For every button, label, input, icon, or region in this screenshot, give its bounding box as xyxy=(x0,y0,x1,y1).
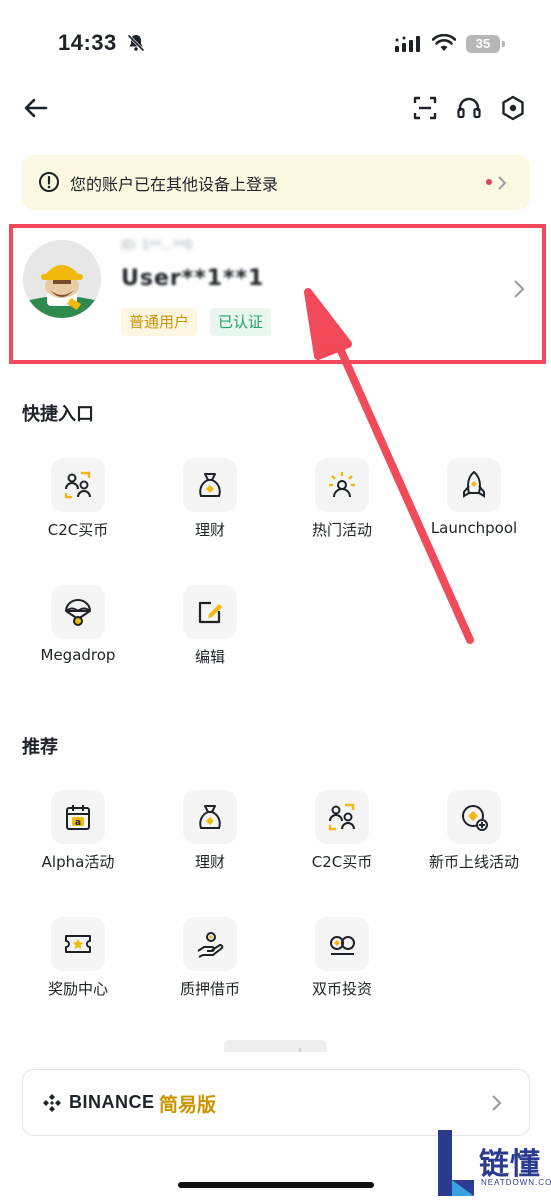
binance-logo-icon xyxy=(43,1094,61,1112)
watermark-subtitle: NEATDOWN.COM xyxy=(481,1178,551,1187)
tile-label: C2C买币 xyxy=(47,521,109,539)
username-masked: User**1**1 xyxy=(121,266,265,291)
neatdown-logo-icon xyxy=(438,1130,474,1196)
chevron-right-icon xyxy=(514,280,525,298)
tile-label: Alpha活动 xyxy=(41,853,115,871)
unread-dot xyxy=(486,179,492,185)
chevron-right-icon xyxy=(498,176,507,190)
ticket-icon xyxy=(51,917,105,971)
handle-dot xyxy=(299,1048,301,1052)
quick-entry-megadrop[interactable]: Megadrop xyxy=(12,585,144,685)
status-time: 14:33 xyxy=(58,30,117,55)
recommend-c2c[interactable]: C2C买币 xyxy=(276,790,408,890)
parachute-icon xyxy=(51,585,105,639)
scan-icon[interactable] xyxy=(411,94,439,122)
tile-label: C2C买币 xyxy=(311,853,373,871)
chevron-right-icon xyxy=(492,1095,502,1111)
tile-label: 质押借币 xyxy=(179,980,240,998)
quick-entry-edit[interactable]: 编辑 xyxy=(144,585,276,685)
profile-card[interactable]: ID: 1**...**0 User**1**1 普通用户 已认证 xyxy=(9,224,546,364)
battery-level: 35 xyxy=(466,35,500,53)
recommend-dual-investment[interactable]: 双币投资 xyxy=(276,917,408,1017)
headset-support-icon[interactable] xyxy=(455,94,483,122)
binance-brand: BINANCE xyxy=(69,1092,155,1112)
tile-label: Megadrop xyxy=(40,646,116,664)
hot-event-icon xyxy=(315,458,369,512)
recommend-title: 推荐 xyxy=(22,737,58,758)
c2c-users-icon xyxy=(51,458,105,512)
rocket-icon xyxy=(447,458,501,512)
loan-hand-icon xyxy=(183,917,237,971)
home-indicator xyxy=(178,1182,374,1188)
recommend-earn[interactable]: 理财 xyxy=(144,790,276,890)
login-notice-banner[interactable]: 您的账户已在其他设备上登录 xyxy=(22,155,530,210)
tile-label: 热门活动 xyxy=(311,521,372,539)
wifi-icon xyxy=(432,34,456,51)
verified-badge[interactable]: 已认证 xyxy=(210,308,272,336)
money-bag-icon xyxy=(183,458,237,512)
bell-muted-icon xyxy=(127,34,145,52)
tile-label: 双币投资 xyxy=(311,980,372,998)
warning-circle-icon xyxy=(39,172,59,192)
alpha-calendar-icon: a xyxy=(51,790,105,844)
tile-label: 理财 xyxy=(194,853,225,871)
battery-tip xyxy=(502,41,505,47)
back-arrow-icon[interactable] xyxy=(22,94,50,122)
recommend-new-listing[interactable]: 新币上线活动 xyxy=(408,790,540,890)
quick-entry-c2c[interactable]: C2C买币 xyxy=(12,458,144,558)
recommend-loans[interactable]: 质押借币 xyxy=(144,917,276,1017)
user-id-masked: ID: 1**...**0 xyxy=(121,238,193,252)
tile-label: 新币上线活动 xyxy=(428,853,519,871)
quick-entry-earn[interactable]: 理财 xyxy=(144,458,276,558)
quick-entry-hot-events[interactable]: 热门活动 xyxy=(276,458,408,558)
recommend-rewards[interactable]: 奖励中心 xyxy=(12,917,144,1017)
login-notice-text: 您的账户已在其他设备上登录 xyxy=(70,175,279,194)
edit-icon xyxy=(183,585,237,639)
recommend-alpha-events[interactable]: a Alpha活动 xyxy=(12,790,144,890)
scroll-handle[interactable] xyxy=(224,1040,327,1052)
tile-label: 编辑 xyxy=(194,648,225,666)
tile-label: 奖励中心 xyxy=(47,980,108,998)
quick-entry-title: 快捷入口 xyxy=(22,404,94,425)
watermark-title: 链懂 xyxy=(479,1147,541,1182)
vip-level-badge[interactable]: 普通用户 xyxy=(121,308,198,336)
settings-hexagon-icon[interactable] xyxy=(499,94,527,122)
tile-label: Launchpool xyxy=(430,519,518,537)
avatar[interactable] xyxy=(23,240,101,318)
tile-label: 理财 xyxy=(194,521,225,539)
money-bag-icon xyxy=(183,790,237,844)
lite-mode-label: 简易版 xyxy=(159,1094,217,1116)
new-coin-icon xyxy=(447,790,501,844)
dual-coin-icon xyxy=(315,917,369,971)
binance-lite-switch[interactable]: BINANCE 简易版 xyxy=(22,1069,530,1136)
status-bar: 14:33 35 xyxy=(0,0,551,80)
avatar-icon xyxy=(23,240,101,318)
quick-entry-launchpool[interactable]: Launchpool xyxy=(408,458,540,558)
cellular-signal-icon xyxy=(395,36,420,52)
c2c-users-icon xyxy=(315,790,369,844)
svg-text:a: a xyxy=(75,818,81,828)
